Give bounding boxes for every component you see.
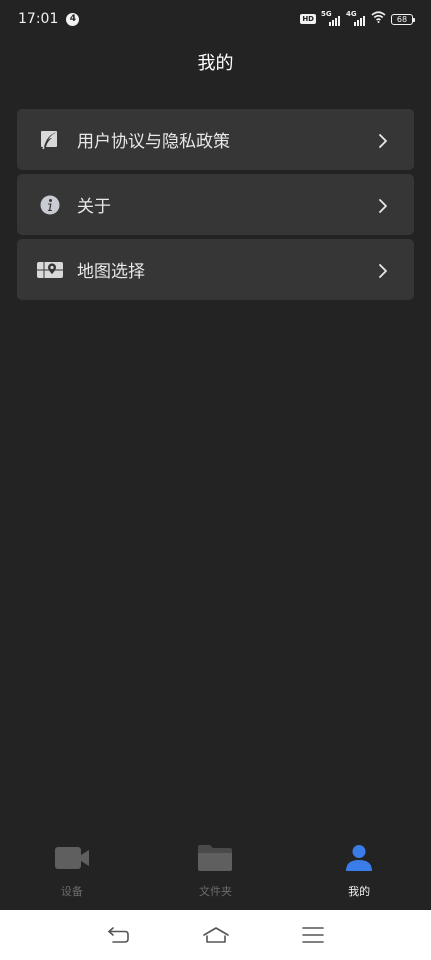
chevron-right-icon xyxy=(376,133,390,148)
hd-icon: HD xyxy=(300,14,316,24)
settings-menu: 用户协议与隐私政策 关于 地图选择 xyxy=(17,109,414,304)
menu-item-label: 用户协议与隐私政策 xyxy=(77,132,230,152)
tab-profile[interactable]: 我的 xyxy=(288,832,431,899)
tab-label: 设备 xyxy=(60,885,83,898)
bottom-tab-bar: 设备 文件夹 我的 xyxy=(0,832,431,910)
signal-4g-label: 4G xyxy=(346,10,357,18)
chevron-right-icon xyxy=(376,263,390,278)
status-right: HD 5G 4G 68 xyxy=(300,10,415,27)
tab-devices[interactable]: 设备 xyxy=(0,832,143,899)
signal-5g-icon: 5G xyxy=(321,10,341,26)
chevron-right-icon xyxy=(376,198,390,213)
battery-icon: 68 xyxy=(391,13,415,25)
wifi-icon xyxy=(371,11,386,27)
notification-badge: 4 xyxy=(66,12,80,26)
info-icon xyxy=(39,194,61,216)
tab-label: 文件夹 xyxy=(198,885,232,898)
feather-icon xyxy=(39,129,61,151)
camera-icon xyxy=(54,842,89,874)
back-icon[interactable] xyxy=(104,920,134,950)
signal-4g-icon: 4G xyxy=(346,10,366,26)
menu-item-label: 关于 xyxy=(77,197,111,217)
menu-icon[interactable] xyxy=(298,920,328,950)
menu-item-about[interactable]: 关于 xyxy=(17,174,414,235)
status-bar: 17:01 4 HD 5G 4G 68 xyxy=(0,0,431,38)
person-icon xyxy=(346,842,373,874)
menu-item-map-selection[interactable]: 地图选择 xyxy=(17,239,414,300)
folder-icon xyxy=(197,842,233,874)
menu-item-user-agreement[interactable]: 用户协议与隐私政策 xyxy=(17,109,414,170)
signal-5g-label: 5G xyxy=(321,10,332,18)
system-nav-bar xyxy=(0,910,431,960)
map-pin-icon xyxy=(37,259,63,281)
page-title: 我的 xyxy=(197,53,234,74)
menu-item-label: 地图选择 xyxy=(77,262,145,282)
home-icon[interactable] xyxy=(201,920,231,950)
tab-folders[interactable]: 文件夹 xyxy=(144,832,287,899)
tab-label: 我的 xyxy=(348,885,371,898)
status-left: 17:01 4 xyxy=(18,11,80,27)
status-time: 17:01 xyxy=(18,11,59,27)
